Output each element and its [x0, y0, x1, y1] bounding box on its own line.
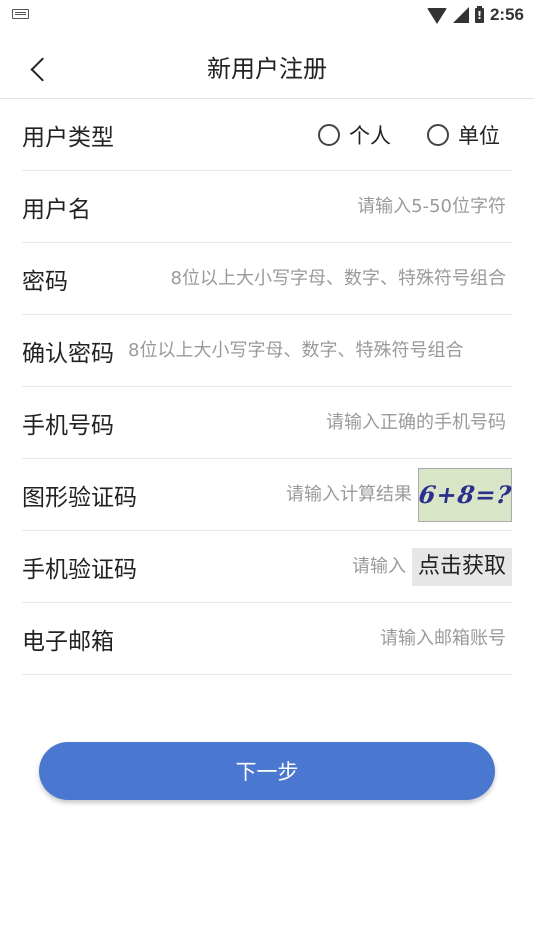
radio-individual[interactable]: 个人 [318, 120, 391, 150]
email-row: 电子邮箱 [22, 603, 512, 675]
password-input[interactable] [68, 268, 512, 289]
user-type-radio-group: 个人 单位 [318, 99, 500, 170]
get-sms-code-button[interactable]: 点击获取 [411, 547, 512, 586]
radio-organization-label: 单位 [458, 123, 500, 148]
password-row: 密码 [22, 243, 512, 315]
password-label: 密码 [22, 268, 68, 295]
status-bar: 2:56 [0, 0, 534, 30]
battery-icon [474, 5, 484, 23]
email-label: 电子邮箱 [22, 628, 114, 655]
wifi-icon [426, 8, 447, 24]
registration-form: 用户类型 个人 单位 用户名 密码 确认密码 手机号码 图形验证码 6+8 [22, 99, 514, 675]
username-input[interactable] [91, 196, 512, 217]
user-type-row: 用户类型 个人 单位 [22, 99, 512, 171]
email-input[interactable] [114, 628, 512, 649]
radio-individual-label: 个人 [349, 123, 391, 148]
sms-code-label: 手机验证码 [22, 556, 137, 583]
back-arrow-icon[interactable] [24, 52, 54, 86]
captcha-row: 图形验证码 6+8=? [22, 459, 514, 531]
confirm-password-input[interactable] [114, 340, 512, 361]
page-title: 新用户注册 [207, 55, 327, 83]
phone-row: 手机号码 [22, 387, 512, 459]
title-bar: 新用户注册 [0, 40, 534, 99]
phone-label: 手机号码 [22, 412, 114, 439]
captcha-image-text: 6+8=? [416, 480, 514, 509]
keyboard-icon [12, 9, 29, 19]
confirm-password-label: 确认密码 [22, 340, 114, 367]
radio-circle-icon [318, 123, 340, 146]
signal-icon [452, 7, 469, 23]
phone-input[interactable] [114, 412, 512, 433]
sms-code-row: 手机验证码 点击获取 [22, 531, 512, 603]
captcha-input[interactable] [137, 484, 418, 505]
confirm-password-row: 确认密码 [22, 315, 512, 387]
captcha-image[interactable]: 6+8=? [416, 467, 514, 522]
sms-code-input[interactable] [137, 556, 412, 577]
radio-circle-icon [427, 123, 449, 146]
username-row: 用户名 [22, 171, 512, 243]
status-time: 2:56 [489, 5, 524, 24]
username-label: 用户名 [22, 196, 91, 223]
next-step-button[interactable]: 下一步 [39, 742, 495, 800]
radio-organization[interactable]: 单位 [427, 120, 500, 150]
status-icons: 2:56 [426, 4, 524, 26]
user-type-label: 用户类型 [22, 124, 114, 151]
captcha-label: 图形验证码 [22, 484, 137, 511]
